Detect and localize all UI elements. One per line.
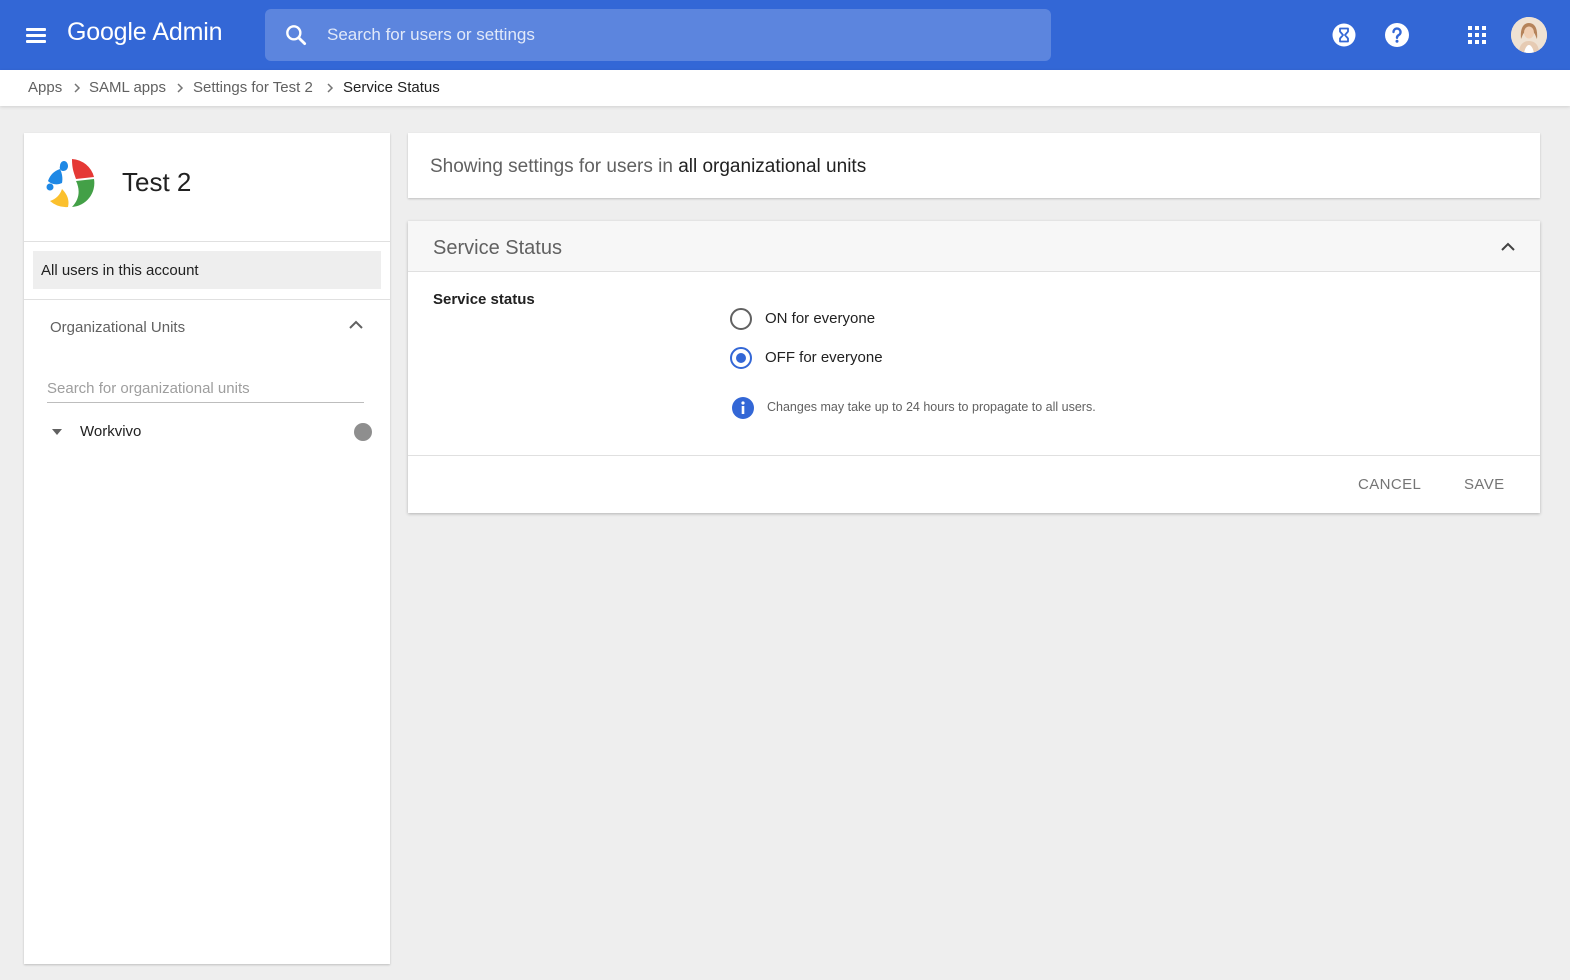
cancel-button[interactable]: CANCEL bbox=[1358, 476, 1421, 493]
tree-item-workvivo[interactable]: Workvivo bbox=[80, 423, 141, 440]
hourglass-icon[interactable] bbox=[1330, 21, 1358, 49]
global-search-bar[interactable]: Search for users or settings bbox=[265, 9, 1051, 61]
radio-label[interactable]: ON for everyone bbox=[765, 310, 875, 327]
apps-grid-icon[interactable] bbox=[1463, 21, 1491, 49]
scope-target: all organizational units bbox=[678, 156, 867, 177]
card-header[interactable]: Service Status bbox=[408, 221, 1540, 272]
org-units-header: Organizational Units bbox=[50, 319, 186, 336]
all-users-item[interactable]: All users in this account bbox=[33, 251, 381, 289]
breadcrumb-apps[interactable]: Apps bbox=[28, 79, 62, 96]
divider bbox=[24, 299, 390, 300]
scope-text: Showing settings for users in all organi… bbox=[430, 156, 866, 178]
top-app-bar: Google Admin Search for users or settings bbox=[0, 0, 1570, 70]
service-status-label: Service status bbox=[433, 291, 535, 308]
radio-label[interactable]: OFF for everyone bbox=[765, 349, 883, 366]
divider bbox=[408, 455, 1540, 456]
all-users-label: All users in this account bbox=[41, 262, 199, 279]
avatar[interactable] bbox=[1511, 17, 1547, 53]
breadcrumb: Apps SAML apps Settings for Test 2 Servi… bbox=[0, 70, 1570, 106]
chevron-up-icon[interactable] bbox=[1498, 239, 1518, 255]
help-icon[interactable] bbox=[1383, 21, 1411, 49]
chevron-right-icon bbox=[177, 83, 184, 93]
app-logo bbox=[46, 159, 95, 208]
menu-icon[interactable] bbox=[22, 22, 50, 48]
save-button[interactable]: SAVE bbox=[1464, 476, 1505, 493]
service-status-card: Service Status Service status ON for eve… bbox=[408, 221, 1540, 513]
brand-admin: Admin bbox=[152, 18, 223, 46]
avatar-image bbox=[1511, 17, 1547, 53]
org-unit-sidebar: Test 2 All users in this account Organiz… bbox=[24, 133, 390, 964]
google-admin-logo[interactable]: Google Admin bbox=[67, 18, 222, 47]
info-icon bbox=[732, 397, 754, 419]
propagation-note: Changes may take up to 24 hours to propa… bbox=[767, 400, 1096, 414]
breadcrumb-saml-apps[interactable]: SAML apps bbox=[89, 79, 166, 96]
divider bbox=[24, 241, 390, 242]
app-title: Test 2 bbox=[122, 167, 192, 197]
org-unit-search-input[interactable] bbox=[47, 375, 364, 403]
scope-prefix: Showing settings for users in bbox=[430, 156, 673, 177]
radio-button[interactable] bbox=[730, 347, 752, 369]
caret-down-icon[interactable] bbox=[50, 427, 64, 437]
chevron-right-icon bbox=[327, 83, 334, 93]
brand-google: Google bbox=[67, 18, 147, 46]
chevron-right-icon bbox=[74, 83, 81, 93]
search-icon[interactable] bbox=[283, 22, 309, 48]
breadcrumb-current: Service Status bbox=[343, 79, 440, 96]
status-dot bbox=[354, 423, 372, 441]
radio-button[interactable] bbox=[730, 308, 752, 330]
chevron-up-icon[interactable] bbox=[346, 317, 366, 333]
search-placeholder[interactable]: Search for users or settings bbox=[327, 25, 535, 45]
breadcrumb-settings-for-test-2[interactable]: Settings for Test 2 bbox=[193, 79, 313, 96]
card-title: Service Status bbox=[433, 237, 562, 259]
scope-banner: Showing settings for users in all organi… bbox=[408, 133, 1540, 198]
